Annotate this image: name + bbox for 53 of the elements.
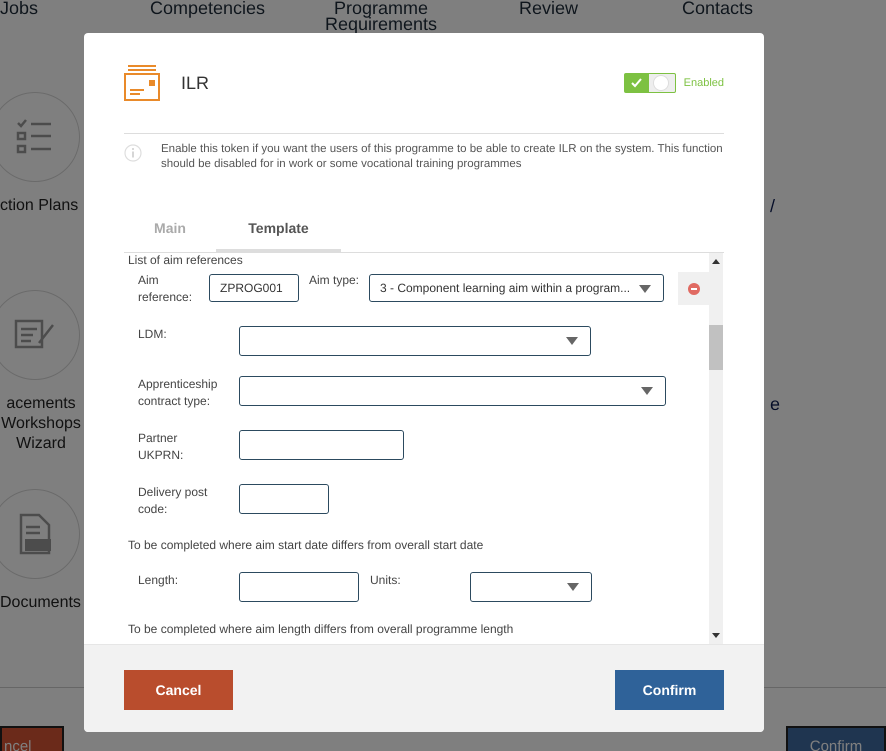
toggle-label: Enabled — [684, 77, 724, 89]
nav-link[interactable]: Jobs — [0, 0, 150, 16]
text-field[interactable] — [239, 430, 404, 460]
enabled-toggle[interactable] — [624, 73, 676, 93]
confirm-button[interactable]: Confirm — [615, 670, 724, 710]
field-label: Apprenticeship contract type: — [138, 376, 218, 410]
field-label: Units: — [370, 572, 402, 589]
section-title: List of aim references — [128, 254, 243, 266]
dropdown[interactable] — [470, 572, 592, 602]
field-label: Aim reference: — [138, 272, 194, 306]
caret-icon — [641, 387, 653, 395]
check-icon — [631, 78, 642, 88]
minus-icon — [688, 282, 700, 294]
section-label: e — [769, 394, 782, 416]
dropdown[interactable] — [239, 326, 591, 356]
cancel-button[interactable]: ncel — [0, 726, 64, 751]
nav-link[interactable]: Competencies — [150, 0, 322, 16]
nav-link[interactable]: Review — [519, 0, 682, 16]
section-label: / — [769, 196, 776, 216]
cancel-button[interactable]: Cancel — [124, 670, 233, 710]
section-label: acements Workshops Wizard — [0, 394, 82, 454]
scroll-up-arrow-icon[interactable] — [712, 259, 720, 264]
info-text: Enable this token if you want the users of this programme to be able to create ILR on the system. This function should be disabled for in work or some vocational training programmes — [161, 142, 724, 172]
caret-icon — [639, 285, 651, 293]
remove-button[interactable] — [678, 272, 709, 305]
confirm-button[interactable]: Confirm — [786, 726, 886, 751]
tab[interactable]: Main — [124, 206, 216, 252]
field-label: Length: — [138, 572, 180, 589]
pdf-file-icon — [17, 513, 53, 555]
text-field[interactable]: ZPROG001 — [209, 274, 299, 302]
field-label: Partner UKPRN: — [138, 430, 184, 464]
scrollbar[interactable] — [709, 253, 723, 644]
field-label: Delivery post code: — [138, 484, 208, 518]
field-label: LDM: — [138, 326, 168, 343]
nav-link[interactable]: Programme Requirements — [322, 0, 440, 32]
scroll-down-arrow-icon[interactable] — [712, 633, 720, 638]
dialog-title: ILR — [181, 72, 210, 94]
text-field[interactable] — [239, 484, 329, 514]
hint-text: To be completed where aim length differs from overall programme length — [128, 622, 514, 636]
dropdown[interactable]: 3 - Component learning aim within a program... — [369, 274, 664, 302]
card-icon — [124, 65, 160, 101]
field-label: Aim type: — [309, 272, 360, 289]
section-label: ction Plans — [0, 196, 80, 216]
text-field[interactable] — [239, 572, 359, 602]
nav-link[interactable]: Contacts — [682, 0, 886, 16]
dropdown[interactable] — [239, 376, 666, 406]
info-icon — [124, 144, 142, 162]
section-label: Documents — [0, 593, 82, 613]
caret-icon — [566, 337, 578, 345]
tab[interactable]: Template — [216, 206, 341, 252]
hint-text: To be completed where aim start date differs from overall start date — [128, 538, 484, 552]
caret-icon — [567, 583, 579, 591]
scrollbar-thumb[interactable] — [709, 325, 723, 370]
